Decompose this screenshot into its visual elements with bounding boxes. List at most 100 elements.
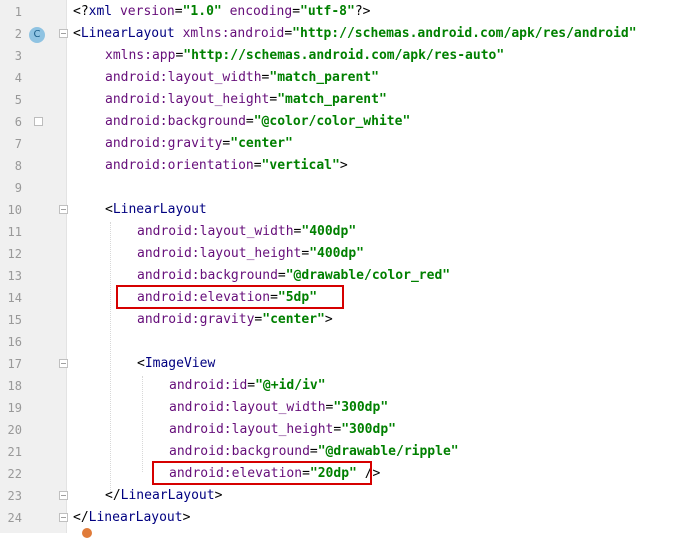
line-number: 15 — [7, 313, 22, 327]
code-token: = — [247, 378, 256, 393]
code-text[interactable]: android:layout_height="match_parent" — [105, 89, 387, 111]
line-number: 24 — [7, 511, 22, 525]
code-token: layout_width — [199, 224, 294, 239]
code-line: 19 android:layout_width="300dp" — [0, 397, 699, 419]
code-token: "utf-8" — [300, 4, 355, 19]
code-line: 18 android:id="@+id/iv" — [0, 375, 699, 397]
code-text[interactable]: android:background="@color/color_white" — [105, 111, 410, 133]
code-line: 2 <LinearLayout xmlns:android="http://sch… — [0, 23, 699, 45]
code-token: layout_width — [167, 70, 262, 85]
code-line: 12 android:layout_height="400dp" — [0, 243, 699, 265]
line-number: 8 — [14, 159, 22, 173]
line-number: 10 — [7, 203, 22, 217]
code-token: android: — [137, 268, 200, 283]
line-number: 7 — [14, 137, 22, 151]
code-token: LinearLayout — [120, 488, 215, 503]
code-text[interactable]: android:background="@drawable/ripple" — [169, 441, 459, 463]
code-token: android: — [137, 246, 200, 261]
code-line: 5 android:layout_height="match_parent" — [0, 89, 699, 111]
code-token: layout_width — [231, 400, 326, 415]
code-token: ?> — [354, 4, 371, 19]
code-text[interactable]: <LinearLayout — [105, 199, 207, 221]
line-number: 13 — [7, 269, 22, 283]
code-text[interactable]: </LinearLayout> — [73, 507, 190, 529]
code-line: 16 — [0, 331, 699, 353]
code-line: 17 <ImageView — [0, 353, 699, 375]
line-number: 4 — [14, 71, 22, 85]
line-number: 18 — [7, 379, 22, 393]
code-token: encoding — [229, 4, 293, 19]
code-line: 10 <LinearLayout — [0, 199, 699, 221]
code-token: android: — [105, 158, 168, 173]
code-token: layout_height — [199, 246, 302, 261]
code-line: 1 <?xml version="1.0" encoding="utf-8"?> — [0, 1, 699, 23]
code-line: 21 android:background="@drawable/ripple" — [0, 441, 699, 463]
code-token: "http://schemas.android.com/apk/res/andr… — [292, 26, 637, 41]
code-text[interactable]: <ImageView — [137, 353, 215, 375]
code-token: "@drawable/color_red" — [285, 268, 451, 283]
line-number: 5 — [14, 93, 22, 107]
highlight-box-elevation-5dp — [116, 285, 344, 309]
line-number: 2 — [14, 27, 22, 41]
code-token: app — [151, 48, 176, 63]
code-text[interactable]: xmlns:app="http://schemas.android.com/ap… — [105, 45, 504, 67]
code-text[interactable]: android:gravity="center" — [105, 133, 293, 155]
code-text[interactable]: android:id="@+id/iv" — [169, 375, 326, 397]
line-number: 23 — [7, 489, 22, 503]
code-token: <? — [73, 4, 89, 19]
code-text[interactable]: </LinearLayout> — [105, 485, 222, 507]
code-text[interactable]: <LinearLayout xmlns:android="http://sche… — [73, 23, 637, 45]
code-token: "300dp" — [333, 400, 389, 415]
code-text[interactable]: <?xml version="1.0" encoding="utf-8"?> — [73, 1, 370, 23]
line-number: 1 — [14, 5, 22, 19]
code-token: xml — [88, 4, 120, 19]
code-token: android: — [105, 70, 168, 85]
code-token: = — [284, 26, 293, 41]
code-line: 14 android:elevation="5dp" — [0, 287, 699, 309]
code-token: xmlns: — [105, 48, 152, 63]
code-token: android: — [169, 444, 232, 459]
code-text[interactable]: android:gravity="center"> — [137, 309, 333, 331]
code-token: layout_height — [167, 92, 270, 107]
line-number: 17 — [7, 357, 22, 371]
code-token: > — [182, 510, 191, 525]
code-line: 8 android:orientation="vertical"> — [0, 155, 699, 177]
code-token: = — [292, 4, 301, 19]
code-editor[interactable]: C 1 <?xml version="1.0" encoding="utf-8"?… — [0, 0, 699, 538]
code-token: > — [339, 158, 348, 173]
code-token: android: — [137, 312, 200, 327]
bulb-icon[interactable] — [82, 528, 92, 538]
code-line: 3 xmlns:app="http://schemas.android.com/a… — [0, 45, 699, 67]
code-token: = — [277, 268, 286, 283]
code-token: "match_parent" — [269, 70, 379, 85]
code-text[interactable]: android:layout_width="300dp" — [169, 397, 388, 419]
code-text[interactable]: android:layout_height="300dp" — [169, 419, 396, 441]
code-token: "400dp" — [309, 246, 364, 261]
line-number: 16 — [7, 335, 22, 349]
code-token: = — [174, 4, 183, 19]
code-token: LinearLayout — [88, 510, 183, 525]
code-token: background — [231, 444, 310, 459]
code-token: android: — [105, 114, 168, 129]
line-number: 6 — [14, 115, 22, 129]
code-token: > — [324, 312, 333, 327]
code-token: gravity — [199, 312, 255, 327]
code-text[interactable]: android:orientation="vertical"> — [105, 155, 348, 177]
code-token: android — [229, 26, 285, 41]
code-line: 6 android:background="@color/color_white" — [0, 111, 699, 133]
code-text[interactable]: android:layout_width="match_parent" — [105, 67, 379, 89]
code-token: </ — [73, 510, 89, 525]
code-line: 24 </LinearLayout> — [0, 507, 699, 529]
code-text[interactable]: android:layout_width="400dp" — [137, 221, 356, 243]
code-token: "@drawable/ripple" — [317, 444, 459, 459]
code-token: "@+id/iv" — [255, 378, 326, 393]
code-token: id — [231, 378, 248, 393]
line-number: 20 — [7, 423, 22, 437]
code-text[interactable]: android:layout_height="400dp" — [137, 243, 364, 265]
code-line: 23 </LinearLayout> — [0, 485, 699, 507]
code-token: ImageView — [144, 356, 216, 371]
line-number: 19 — [7, 401, 22, 415]
code-token: android: — [169, 378, 232, 393]
code-text[interactable]: android:background="@drawable/color_red" — [137, 265, 450, 287]
